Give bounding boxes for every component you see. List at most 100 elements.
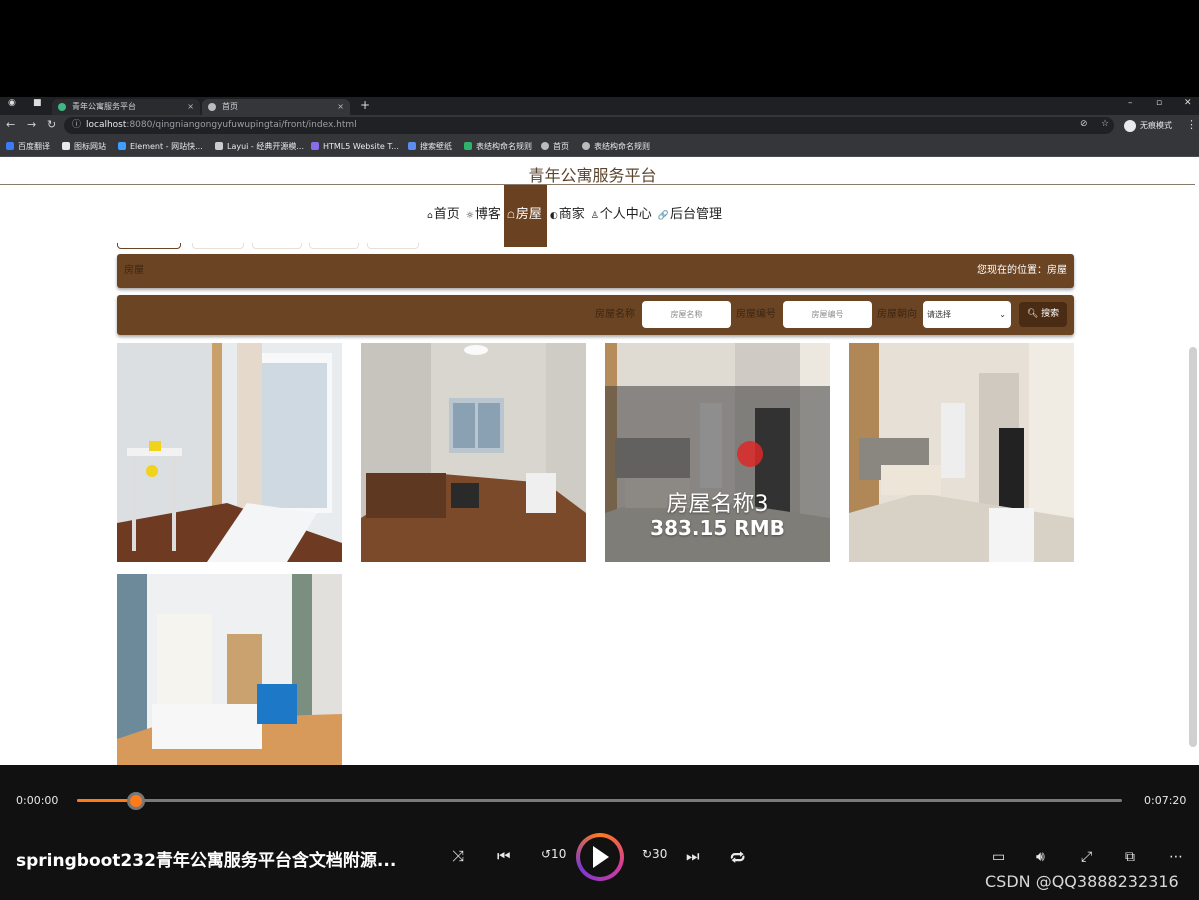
close-icon[interactable]: ×: [187, 99, 194, 115]
eye-off-icon[interactable]: ⊘: [1080, 119, 1088, 129]
shuffle-icon[interactable]: ⤨: [452, 847, 464, 865]
total-time: 0:07:20: [1144, 794, 1187, 807]
listing-card[interactable]: 房屋名称3 383.15 RMB: [605, 343, 830, 562]
listing-photo: [117, 574, 342, 765]
more-options-icon[interactable]: ⋯: [1169, 849, 1183, 865]
volume-icon[interactable]: 🔊︎: [1036, 849, 1045, 865]
page-scrollbar[interactable]: [1189, 347, 1197, 747]
incognito-icon: [1124, 119, 1136, 132]
progress-track[interactable]: [77, 799, 1122, 802]
orientation-select[interactable]: 请选择 ⌄: [923, 301, 1011, 328]
nav-label: 后台管理: [670, 207, 723, 222]
tab-bar: ◉ ■ 青年公寓服务平台 × 首页 × + – ▫ ✕: [0, 97, 1199, 115]
cursor-indicator: [737, 441, 763, 467]
listing-hover-overlay: 房屋名称3 383.15 RMB: [605, 386, 830, 562]
forward-icon[interactable]: →: [27, 118, 36, 131]
nav-label: 商家: [558, 207, 585, 222]
star-icon[interactable]: ☆: [1101, 119, 1109, 129]
video-title: springboot232青年公寓服务平台含文档附源...: [16, 851, 397, 871]
bookmark-label: 图标网站: [74, 142, 106, 151]
back-icon[interactable]: ←: [6, 118, 15, 131]
house-name-input[interactable]: 房屋名称: [642, 301, 731, 328]
web-page: 青年公寓服务平台 ⌂首页 ☼博客 ☖房屋 ◐商家 ♙个人中心 🔗后台管理 房屋 …: [0, 157, 1199, 765]
bookmark[interactable]: 表结构命名规则: [582, 137, 650, 157]
nav-home[interactable]: ⌂首页: [424, 185, 463, 247]
listing-name: 房屋名称3: [666, 492, 769, 517]
listing-photo: [117, 343, 342, 562]
clock-icon: ◐: [549, 211, 558, 221]
forward-30-icon[interactable]: ↻30: [642, 847, 667, 861]
bookmark-label: 首页: [553, 142, 569, 151]
bookmark-label: HTML5 Website T...: [323, 142, 399, 151]
bookmark-icon: [118, 142, 126, 150]
main-nav: ⌂首页 ☼博客 ☖房屋 ◐商家 ♙个人中心 🔗后台管理: [424, 185, 725, 247]
listing-card[interactable]: [361, 343, 586, 562]
maximize-icon[interactable]: ▫: [1156, 98, 1162, 108]
bookmark-icon: [541, 142, 549, 150]
bookmark[interactable]: Element - 网站快...: [118, 137, 203, 157]
bookmark-icon: [62, 142, 70, 150]
minimize-icon[interactable]: –: [1128, 98, 1133, 108]
bookmark[interactable]: HTML5 Website T...: [311, 137, 399, 157]
search-button-label: 搜索: [1041, 309, 1060, 319]
new-tab-button[interactable]: +: [360, 97, 370, 113]
rewind-10-icon[interactable]: ↺10: [541, 847, 566, 861]
bookmark[interactable]: 表结构命名规则: [464, 137, 532, 157]
faded-tab: [192, 243, 244, 249]
nav-label: 首页: [433, 207, 460, 222]
listing-card[interactable]: [117, 574, 342, 765]
close-icon[interactable]: ×: [337, 99, 344, 115]
url-field[interactable]: ⓘ localhost:8080/qingniangongyufuwupingt…: [64, 117, 1114, 134]
bookmark[interactable]: 百度翻译: [6, 137, 50, 157]
nav-admin[interactable]: 🔗后台管理: [655, 185, 725, 247]
nav-label: 博客: [474, 207, 501, 222]
house-code-label: 房屋编号: [736, 309, 776, 320]
bookmark[interactable]: Layui - 经典开源模...: [215, 137, 304, 157]
faded-tab: [252, 243, 302, 249]
captions-icon[interactable]: ▭: [992, 849, 1005, 865]
breadcrumb: 房屋 您现在的位置：房屋: [117, 254, 1074, 288]
listing-card[interactable]: [849, 343, 1074, 562]
nav-merchant[interactable]: ◐商家: [547, 185, 588, 247]
tab-platform[interactable]: 青年公寓服务平台 ×: [52, 99, 200, 115]
fullscreen-icon[interactable]: ⤢: [1081, 849, 1092, 865]
select-value: 请选择: [927, 310, 951, 319]
play-icon: [593, 846, 609, 868]
bookmarks-bar: 百度翻译 图标网站 Element - 网站快... Layui - 经典开源模…: [0, 137, 1199, 157]
bookmark-label: 表结构命名规则: [476, 142, 532, 151]
nav-profile[interactable]: ♙个人中心: [588, 185, 655, 247]
bookmark-label: Element - 网站快...: [130, 142, 203, 151]
skip-next-icon[interactable]: ⏭: [686, 847, 700, 865]
nav-blog[interactable]: ☼博客: [463, 185, 504, 247]
listing-card[interactable]: [117, 343, 342, 562]
url-path: :8080/qingniangongyufuwupingtai/front/in…: [126, 120, 357, 130]
nav-housing[interactable]: ☖房屋: [503, 185, 547, 247]
close-window-icon[interactable]: ✕: [1184, 98, 1192, 108]
bookmark[interactable]: 图标网站: [62, 137, 106, 157]
bookmark-icon: [311, 142, 319, 150]
skip-previous-icon[interactable]: ⏮: [497, 847, 511, 865]
mini-player-icon[interactable]: ⧉: [1125, 849, 1135, 865]
chevron-down-icon: ⌄: [999, 310, 1006, 319]
tab-home[interactable]: 首页 ×: [202, 99, 350, 115]
bookmark[interactable]: 首页: [541, 137, 569, 157]
breadcrumb-title: 房屋: [124, 265, 144, 276]
profile-button[interactable]: 无痕模式: [1124, 118, 1172, 134]
tab-overview-icon[interactable]: ■: [33, 98, 42, 108]
more-menu-icon[interactable]: ⋮: [1186, 118, 1197, 131]
browser-menu-icon[interactable]: ◉: [8, 98, 16, 108]
play-button[interactable]: [576, 833, 624, 881]
search-button[interactable]: 🔍︎ 搜索: [1019, 302, 1067, 327]
user-icon: ♙: [590, 211, 599, 221]
search-form: 房屋名称 房屋名称 房屋编号 房屋编号 房屋朝向 请选择 ⌄ 🔍︎ 搜索: [117, 295, 1074, 335]
repeat-off-icon[interactable]: 🔁︎: [730, 847, 745, 869]
bookmark[interactable]: 搜索壁纸: [408, 137, 452, 157]
sun-icon: ☼: [465, 211, 474, 221]
house-name-label: 房屋名称: [595, 309, 635, 320]
orientation-label: 房屋朝向: [877, 309, 917, 320]
house-code-input[interactable]: 房屋编号: [783, 301, 872, 328]
link-icon: 🔗: [657, 211, 670, 221]
info-icon[interactable]: ⓘ: [72, 117, 81, 134]
reload-icon[interactable]: ↻: [47, 118, 56, 131]
progress-handle[interactable]: [127, 792, 145, 810]
